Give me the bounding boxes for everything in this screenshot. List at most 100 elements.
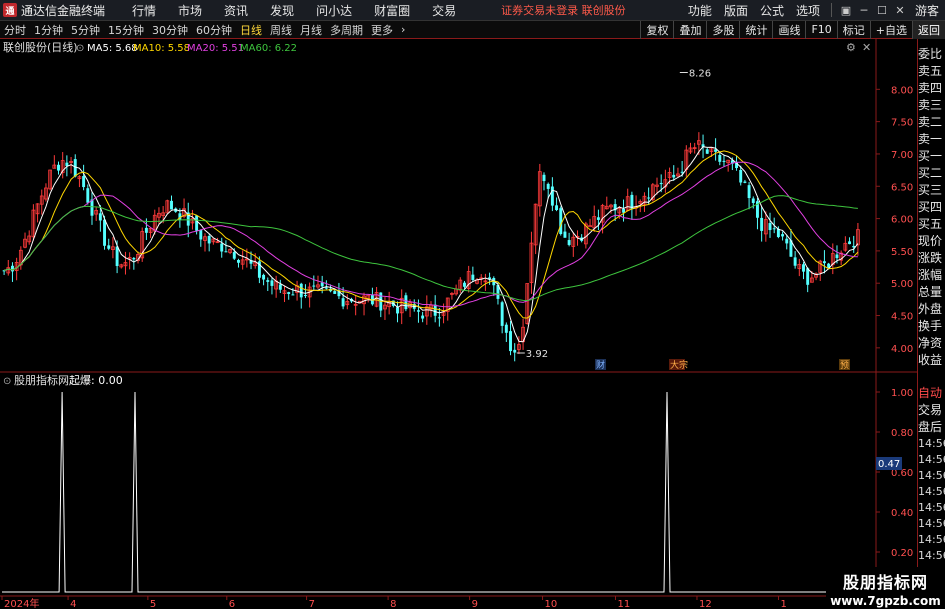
indicator-toggle-icon[interactable]: ⊙ — [3, 376, 11, 387]
period-30min[interactable]: 30分钟 — [148, 22, 192, 38]
side-label-upper[interactable]: 卖三 — [918, 98, 945, 113]
price-tick-label: 4.00 — [891, 344, 913, 355]
candle-body — [785, 238, 789, 244]
event-marker-yu[interactable]: 预 — [839, 359, 850, 371]
period-5min[interactable]: 5分钟 — [67, 22, 104, 38]
close-chart-icon[interactable]: ✕ — [862, 41, 871, 54]
tool-fuquan[interactable]: 复权 — [640, 20, 673, 39]
side-label-upper[interactable]: 净资 — [918, 336, 945, 351]
menu-item-caifuquan[interactable]: 财富圈 — [363, 2, 421, 19]
side-label-lower[interactable]: 自动 — [918, 386, 945, 401]
period-fenshi[interactable]: 分时 — [0, 22, 30, 38]
side-label-upper[interactable]: 总量 — [918, 285, 945, 300]
side-label-upper[interactable]: 买一 — [918, 149, 945, 164]
side-label-upper[interactable]: 卖一 — [918, 132, 945, 147]
indicator-tick-label: 0.20 — [891, 548, 913, 559]
event-marker-cai[interactable]: 财 — [595, 359, 606, 371]
close-icon[interactable]: ✕ — [891, 4, 909, 17]
tool-diejia[interactable]: 叠加 — [673, 20, 706, 39]
menu-item-hangqing[interactable]: 行情 — [121, 2, 167, 19]
tool-back[interactable]: 返回 — [912, 20, 945, 39]
menu-item-banmian[interactable]: 版面 — [718, 2, 754, 19]
candle-body — [509, 331, 512, 352]
tool-huaxian[interactable]: 画线 — [772, 20, 805, 39]
period-daily[interactable]: 日线 — [236, 22, 266, 38]
side-label-upper[interactable]: 外盘 — [918, 302, 945, 317]
ma20-label: MA20: 5.51 — [187, 43, 244, 54]
settings-gear-icon[interactable]: ⚙ — [846, 41, 856, 54]
x-tick-label: 9 — [472, 599, 478, 609]
side-label-upper[interactable]: 委比 — [918, 47, 945, 62]
maximize-icon[interactable]: ☐ — [873, 4, 891, 17]
candle-body — [421, 315, 425, 319]
candle-body — [722, 160, 726, 162]
event-marker-dazong[interactable]: 大宗 — [669, 359, 688, 371]
candle-body — [224, 251, 228, 253]
period-monthly[interactable]: 月线 — [296, 22, 326, 38]
side-label-upper[interactable]: 买三 — [918, 183, 945, 198]
stock-name-label: 联创股份(日线) — [3, 40, 78, 54]
tool-f10[interactable]: F10 — [805, 20, 836, 39]
ma5-label: MA5: 5.68 — [87, 43, 138, 54]
candle-body — [563, 231, 567, 238]
menu-item-zixun[interactable]: 资讯 — [213, 2, 259, 19]
watermark-title: 股朋指标网 — [842, 573, 928, 592]
candle-body — [220, 243, 224, 252]
period-60min[interactable]: 60分钟 — [192, 22, 236, 38]
candle-body — [199, 229, 203, 240]
svg-text:0.47: 0.47 — [878, 459, 900, 470]
quote-side-panel: 委比卖五卖四卖三卖二卖一买一买二买三买四买五现价涨跌涨幅总量外盘换手净资收益自动… — [917, 39, 945, 609]
price-tick-label: 6.50 — [891, 182, 913, 193]
tool-add-favorite[interactable]: +自选 — [869, 20, 912, 39]
side-label-upper[interactable]: 买二 — [918, 166, 945, 181]
login-notice[interactable]: 证券交易未登录 联创股份 — [501, 2, 626, 18]
side-label-lower[interactable]: 盘后 — [918, 420, 945, 435]
side-label-upper[interactable]: 卖五 — [918, 64, 945, 79]
minimize-icon[interactable]: ─ — [855, 4, 873, 17]
side-label-upper[interactable]: 涨跌 — [918, 251, 945, 266]
tool-biaoji[interactable]: 标记 — [836, 20, 870, 39]
candle-body — [57, 164, 60, 171]
menu-item-gongneng[interactable]: 功能 — [682, 2, 718, 19]
period-15min[interactable]: 15分钟 — [104, 22, 148, 38]
side-label-upper[interactable]: 买四 — [918, 200, 945, 215]
side-label-upper[interactable]: 卖四 — [918, 81, 945, 96]
side-label-upper[interactable]: 涨幅 — [918, 268, 945, 283]
side-label-lower[interactable]: 交易 — [918, 403, 945, 418]
chevron-right-icon[interactable]: › — [397, 23, 409, 36]
menu-item-wenxiaoda[interactable]: 问小达 — [305, 2, 363, 19]
side-label-upper[interactable]: 收益 — [918, 353, 945, 368]
candle-body — [622, 208, 625, 213]
period-1min[interactable]: 1分钟 — [30, 22, 67, 38]
menu-item-jiaoyi[interactable]: 交易 — [421, 2, 467, 19]
candle-body — [802, 264, 805, 272]
period-multi[interactable]: 多周期 — [326, 22, 367, 38]
side-label-upper[interactable]: 买五 — [918, 217, 945, 232]
candle-body — [195, 215, 199, 231]
candle-body — [718, 154, 722, 162]
x-tick-label: 5 — [150, 599, 156, 609]
chart-area[interactable]: 联创股份(日线) ⊙ MA5: 5.68 MA10: 5.58 MA20: 5.… — [0, 39, 917, 609]
period-more[interactable]: 更多 — [367, 22, 397, 38]
menu-item-xuanxiang[interactable]: 选项 — [790, 2, 826, 19]
period-weekly[interactable]: 周线 — [266, 22, 296, 38]
svg-text:财: 财 — [596, 359, 605, 371]
candle-body — [132, 258, 136, 260]
skin-icon[interactable]: ▣ — [837, 4, 855, 17]
side-label-upper[interactable]: 现价 — [918, 234, 945, 249]
candle-body — [170, 200, 173, 210]
candle-body — [232, 252, 236, 259]
menu-item-faxian[interactable]: 发现 — [259, 2, 305, 19]
menu-item-shichang[interactable]: 市场 — [167, 2, 213, 19]
side-label-upper[interactable]: 卖二 — [918, 115, 945, 130]
tool-duogu[interactable]: 多股 — [706, 20, 739, 39]
candle-body — [776, 228, 780, 238]
guest-label[interactable]: 游客 — [909, 2, 945, 19]
side-trade-time: 14:56 — [918, 549, 945, 562]
ma-toggle-icon[interactable]: ⊙ — [76, 43, 84, 54]
menu-item-gongshi[interactable]: 公式 — [754, 2, 790, 19]
side-label-upper[interactable]: 换手 — [918, 319, 945, 334]
price-tick-label: 8.00 — [891, 85, 913, 96]
tool-tongji[interactable]: 统计 — [739, 20, 772, 39]
svg-text:大宗: 大宗 — [670, 359, 688, 371]
